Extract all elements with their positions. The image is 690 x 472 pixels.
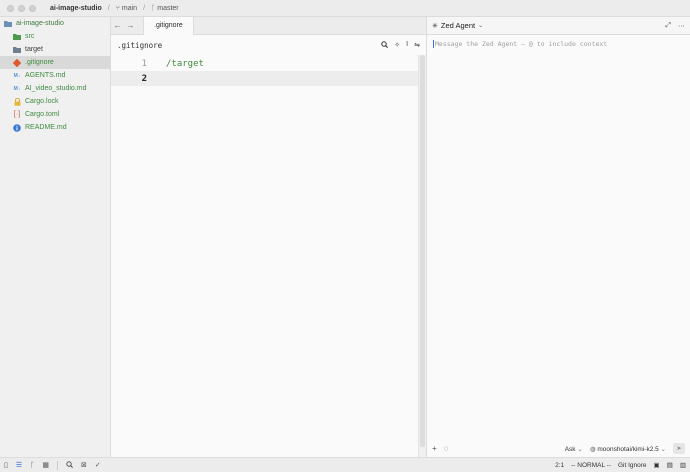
editor-line: 1 /target [141, 58, 204, 69]
search-icon[interactable] [381, 40, 389, 50]
model-icon: ◍ [589, 445, 596, 453]
forward-arrow-icon[interactable]: → [124, 21, 137, 30]
markdown-icon: M↓ [13, 85, 21, 92]
title-bar: ai-image-studio / ⑂ main / ᚴ master [0, 0, 690, 17]
project-panel: ai-image-studio src target .gitignore M↓… [0, 17, 111, 457]
folder-icon [13, 33, 21, 41]
agent-panel: Message the Zed Agent — @ to include con… [426, 35, 690, 440]
branch-selector[interactable]: ⑂ main [116, 5, 137, 12]
editor-toolbar: .gitignore ✧ I ⇋ [111, 35, 426, 55]
tab-gitignore[interactable]: .gitignore [143, 16, 194, 35]
markdown-icon: M↓ [13, 72, 21, 79]
agent-message-input[interactable]: Message the Zed Agent — @ to include con… [433, 40, 607, 48]
tree-item-src[interactable]: src [0, 30, 110, 43]
outline-icon[interactable]: ▦ [42, 461, 49, 469]
panel-toggle-icon[interactable]: ▣ [654, 461, 660, 469]
settings-sliders-icon[interactable]: ⇋ [414, 41, 420, 50]
breadcrumb[interactable]: .gitignore [117, 41, 162, 50]
agent-panel-header: ✳ Zed Agent ⌄ ⤢ ⋯ [426, 17, 690, 35]
tree-item-target[interactable]: target [0, 43, 110, 56]
agent-panel-icon[interactable]: ▥ [680, 461, 686, 469]
mode-selector[interactable]: Ask ⌄ [565, 445, 583, 453]
sidebar-toggle-icon[interactable]: ▯ [4, 461, 8, 469]
branch-icon: ⑂ [115, 4, 120, 12]
history-icon[interactable]: ◌ [444, 444, 449, 453]
expand-icon[interactable]: ⤢ [665, 22, 671, 30]
editor-line-active: 2 [111, 71, 418, 86]
close-window-button[interactable] [7, 4, 14, 12]
tree-item-readme-md[interactable]: README.md [0, 121, 110, 134]
add-context-icon[interactable]: + [432, 444, 437, 453]
window-controls[interactable] [7, 4, 36, 12]
git-branch-icon: ᚴ [151, 4, 156, 12]
search-icon[interactable] [66, 460, 73, 470]
project-panel-icon[interactable]: ☰ [16, 461, 22, 469]
agent-panel-footer: + ◌ Ask ⌄ ◍ moonshotai/kimi-k2.5 ⌄ ➤ [426, 440, 690, 457]
terminal-icon[interactable]: ⊠ [81, 461, 87, 469]
assistant-sparkle-icon[interactable]: ✧ [394, 41, 400, 50]
tree-item-cargo-lock[interactable]: Cargo.lock [0, 95, 110, 108]
toml-icon: [·] [13, 111, 21, 118]
scrollbar-thumb[interactable] [420, 55, 425, 447]
diagnostics-check-icon[interactable]: ✓ [95, 461, 101, 469]
more-options-icon[interactable]: ⋯ [678, 22, 685, 30]
remote-branch[interactable]: ᚴ master [151, 5, 179, 12]
send-button[interactable]: ➤ [673, 443, 685, 454]
info-icon [13, 123, 21, 132]
tree-item-gitignore[interactable]: .gitignore [0, 56, 110, 69]
tree-item-cargo-toml[interactable]: [·] Cargo.toml [0, 108, 110, 121]
back-arrow-icon[interactable]: ← [111, 21, 124, 30]
editor-tab-bar: ← → .gitignore [111, 16, 426, 35]
chevron-down-icon: ⌄ [577, 445, 583, 453]
git-icon [13, 58, 21, 67]
minimize-window-button[interactable] [18, 4, 25, 12]
tree-item-ai-video-studio-md[interactable]: M↓ AI_video_studio.md [0, 82, 110, 95]
folder-open-icon [4, 20, 12, 28]
model-selector[interactable]: ◍ moonshotai/kimi-k2.5 ⌄ [590, 445, 666, 453]
zoom-window-button[interactable] [29, 4, 36, 12]
tree-root[interactable]: ai-image-studio [0, 17, 110, 30]
sparkle-icon: ✳ [432, 22, 438, 30]
folder-icon [13, 46, 21, 54]
language-selector[interactable]: Git Ignore [618, 462, 647, 469]
chevron-down-icon: ⌄ [660, 445, 666, 453]
lock-icon [13, 97, 21, 106]
notifications-icon[interactable]: ▤ [667, 461, 673, 469]
code-editor[interactable]: 1 /target 2 [111, 55, 418, 457]
agent-selector[interactable]: ✳ Zed Agent ⌄ [432, 21, 483, 30]
editor-scrollbar[interactable] [418, 55, 426, 457]
cursor-position[interactable]: 2:1 [555, 462, 564, 469]
vim-mode: -- NORMAL -- [571, 461, 611, 469]
git-panel-icon[interactable]: ᚴ [30, 462, 34, 469]
project-name[interactable]: ai-image-studio [50, 5, 102, 12]
status-bar: ▯ ☰ ᚴ ▦ ⊠ ✓ 2:1 -- NORMAL -- Git Ignore … [0, 457, 690, 472]
text-cursor-icon[interactable]: I [406, 41, 408, 50]
tree-item-agents-md[interactable]: M↓ AGENTS.md [0, 69, 110, 82]
chevron-down-icon: ⌄ [478, 23, 484, 29]
